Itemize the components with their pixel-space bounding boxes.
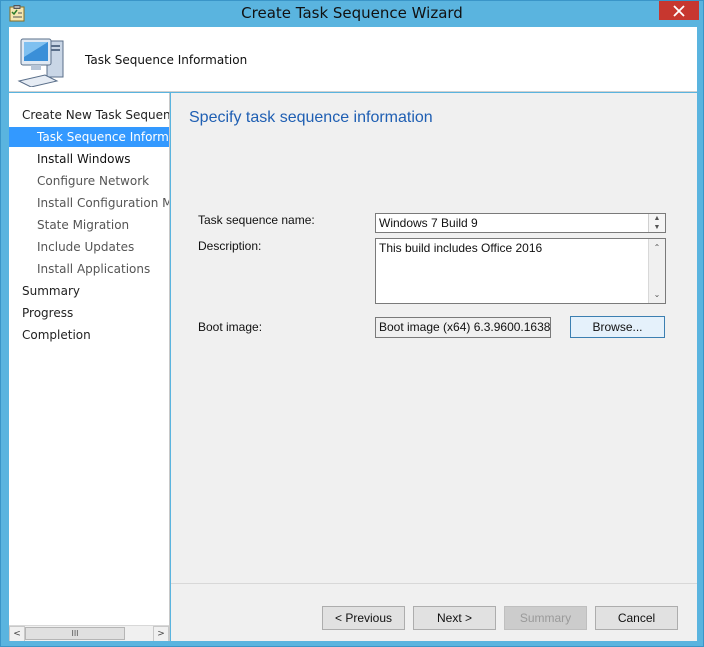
- close-button[interactable]: [659, 1, 699, 20]
- scroll-thumb[interactable]: III: [25, 627, 125, 640]
- scroll-right-button[interactable]: >: [153, 626, 169, 641]
- nav-step-completion[interactable]: Completion: [9, 325, 169, 345]
- description-vertical-scrollbar[interactable]: ⌃ ⌄: [648, 239, 665, 303]
- scroll-up-icon[interactable]: ⌃: [649, 239, 665, 255]
- wizard-steps-nav: Create New Task Sequence Task Sequence In…: [9, 93, 170, 641]
- nav-horizontal-scrollbar[interactable]: < III >: [9, 625, 169, 641]
- nav-step-install-applications[interactable]: Install Applications: [9, 259, 169, 279]
- header-title: Task Sequence Information: [85, 53, 248, 67]
- nav-step-install-configuration-manager[interactable]: Install Configuration Manager: [9, 193, 169, 213]
- nav-step-progress[interactable]: Progress: [9, 303, 169, 323]
- nav-step-install-windows[interactable]: Install Windows: [9, 149, 169, 169]
- previous-button[interactable]: < Previous: [322, 606, 405, 630]
- page-heading: Specify task sequence information: [189, 109, 433, 126]
- boot-image-field: Boot image (x64) 6.3.9600.16384 en-US: [375, 317, 551, 338]
- nav-step-task-sequence-information[interactable]: Task Sequence Information: [9, 127, 169, 147]
- boot-image-label: Boot image:: [198, 320, 263, 334]
- spin-up-icon[interactable]: ▲: [649, 214, 665, 223]
- wizard-header: Task Sequence Information: [9, 27, 697, 92]
- nav-step-configure-network[interactable]: Configure Network: [9, 171, 169, 191]
- wizard-footer: < Previous Next > Summary Cancel: [171, 583, 697, 641]
- description-value: This build includes Office 2016: [379, 241, 543, 255]
- main-content: Specify task sequence information Task s…: [171, 93, 697, 583]
- window-title: Create Task Sequence Wizard: [241, 4, 463, 22]
- spin-down-icon[interactable]: ▼: [649, 223, 665, 232]
- task-sequence-name-label: Task sequence name:: [198, 213, 315, 227]
- nav-step-state-migration[interactable]: State Migration: [9, 215, 169, 235]
- browse-button[interactable]: Browse...: [570, 316, 665, 338]
- wizard-window: Create Task Sequence Wizard Task Sequenc…: [0, 0, 704, 647]
- nav-step-include-updates[interactable]: Include Updates: [9, 237, 169, 257]
- nav-step-create-new-task-sequence[interactable]: Create New Task Sequence: [9, 105, 169, 125]
- name-spin-control[interactable]: ▲ ▼: [648, 214, 665, 232]
- next-button[interactable]: Next >: [413, 606, 496, 630]
- close-icon: [673, 4, 685, 17]
- computer-icon: [17, 38, 64, 87]
- nav-step-summary[interactable]: Summary: [9, 281, 169, 301]
- description-textarea[interactable]: This build includes Office 2016 ⌃ ⌄: [375, 238, 666, 304]
- scroll-left-button[interactable]: <: [9, 626, 25, 641]
- description-label: Description:: [198, 239, 262, 253]
- task-sequence-name-value: Windows 7 Build 9: [379, 216, 478, 230]
- summary-button: Summary: [504, 606, 587, 630]
- scroll-down-icon[interactable]: ⌄: [649, 286, 665, 302]
- task-sequence-name-input[interactable]: Windows 7 Build 9 ▲ ▼: [375, 213, 666, 233]
- cancel-button[interactable]: Cancel: [595, 606, 678, 630]
- title-bar: Create Task Sequence Wizard: [1, 1, 703, 27]
